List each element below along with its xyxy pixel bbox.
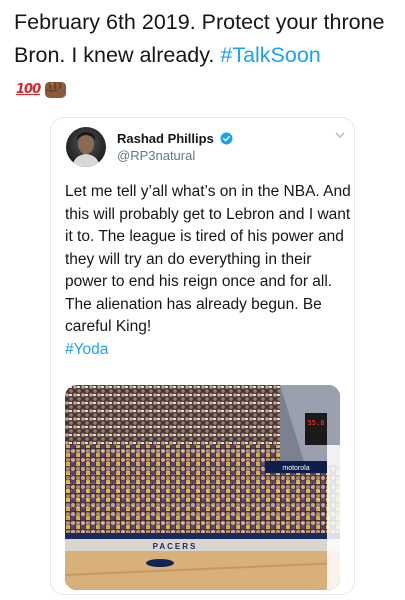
author-name-text: Rashad Phillips — [117, 131, 214, 146]
arena-crowd-image: 55.8 motorola PACERS — [65, 385, 340, 590]
chevron-down-icon[interactable] — [335, 131, 345, 139]
post-text-block: February 6th 2019. Protect your throne B… — [14, 6, 398, 72]
author-name[interactable]: Rashad Phillips — [117, 131, 233, 146]
hundred-points-icon: 100 — [16, 81, 41, 97]
post-text: February 6th 2019. Protect your throne B… — [14, 10, 385, 67]
sponsor-banner: motorola — [282, 465, 309, 472]
quoted-hashtag-link[interactable]: #Yoda — [65, 341, 108, 358]
post-hashtag-link[interactable]: #TalkSoon — [220, 43, 320, 67]
avatar-portrait-icon — [72, 132, 100, 167]
author-avatar[interactable] — [66, 127, 106, 167]
shot-clock-value: 55.8 — [308, 419, 325, 427]
quoted-tweet-body: Let me tell y’all what’s on in the NBA. … — [65, 183, 351, 335]
emoji-row: 100 — [16, 78, 68, 100]
arena-photo[interactable]: 55.8 motorola PACERS — [65, 385, 340, 590]
fist-bump-icon — [45, 82, 67, 98]
author-handle[interactable]: @RP3natural — [117, 148, 195, 163]
courtside-sign: PACERS — [153, 542, 198, 551]
quoted-tweet-text: Let me tell y’all what’s on in the NBA. … — [65, 181, 354, 361]
quoted-tweet-card[interactable]: Rashad Phillips @RP3natural Let me tell … — [50, 117, 355, 595]
verified-badge-icon — [220, 132, 233, 145]
